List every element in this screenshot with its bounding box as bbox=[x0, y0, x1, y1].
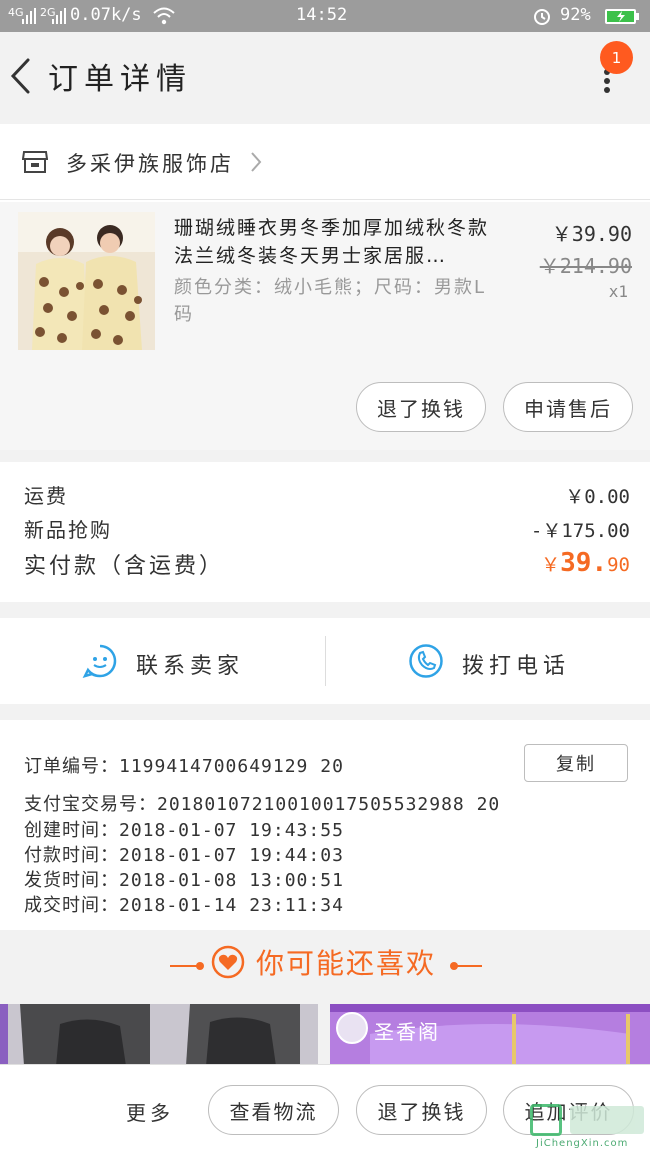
discount-label: 新品抢购 bbox=[24, 518, 112, 542]
recommend-header: 你可能还喜欢 bbox=[0, 930, 650, 1004]
battery-icon bbox=[604, 8, 640, 30]
store-name: 多采伊族服饰店 bbox=[66, 152, 234, 176]
paid-currency: ￥ bbox=[541, 554, 561, 576]
product-image[interactable] bbox=[18, 212, 155, 350]
battery-percent: 92% bbox=[560, 5, 591, 25]
order-number-label: 订单编号： bbox=[24, 756, 119, 777]
store-icon bbox=[21, 150, 49, 178]
refund-button[interactable]: 退了换钱 bbox=[356, 1085, 487, 1135]
paid-time: 2018-01-07 19:44:03 bbox=[119, 845, 344, 866]
watermark-logo-icon bbox=[530, 1104, 562, 1136]
watermark-text: JiChengXin.com bbox=[536, 1138, 629, 1149]
chevron-right-icon bbox=[250, 151, 262, 177]
paid-label: 实付款（含运费） bbox=[24, 554, 225, 579]
completed-line: 成交时间：2018-01-14 23:11:34 bbox=[24, 891, 344, 917]
completed-label: 成交时间： bbox=[24, 895, 119, 916]
notification-badge: 1 bbox=[600, 41, 633, 74]
contact-seller-button[interactable]: 联系卖家 bbox=[0, 618, 325, 704]
shipped-label: 发货时间： bbox=[24, 870, 119, 891]
paid-time-label: 付款时间： bbox=[24, 845, 119, 866]
dot-icon bbox=[196, 962, 204, 970]
alipay-number: 20180107210010017505532988 20 bbox=[157, 794, 501, 815]
discount-value: -￥175.00 bbox=[530, 520, 630, 542]
order-info: 订单编号：1199414700649129 20 复制 支付宝交易号：20180… bbox=[0, 720, 650, 930]
product-quantity: x1 bbox=[608, 282, 628, 301]
product-price: ￥39.90 bbox=[551, 222, 632, 246]
order-item-card: 多采伊族服饰店 珊瑚绒睡衣男冬季加厚加绒秋冬款法兰绒冬装冬天男士家居服… 颜色分… bbox=[0, 124, 650, 450]
store-row[interactable]: 多采伊族服饰店 bbox=[0, 124, 650, 200]
shipped-time: 2018-01-08 13:00:51 bbox=[119, 870, 344, 891]
recommend-item-image[interactable] bbox=[0, 1004, 318, 1066]
paid-decimal: 90 bbox=[607, 554, 630, 576]
after-sale-button[interactable]: 申请售后 bbox=[503, 382, 633, 432]
contact-seller-label: 联系卖家 bbox=[136, 654, 245, 679]
paid-amount: ￥39.90 bbox=[541, 548, 630, 578]
shipping-label: 运费 bbox=[24, 484, 68, 508]
cost-summary: 运费 ￥0.00 新品抢购 -￥175.00 实付款（含运费） ￥39.90 bbox=[0, 462, 650, 602]
completed-time: 2018-01-14 23:11:34 bbox=[119, 895, 344, 916]
created-label: 创建时间： bbox=[24, 820, 119, 841]
alipay-line: 支付宝交易号：20180107210010017505532988 20 bbox=[24, 790, 500, 816]
created-line: 创建时间：2018-01-07 19:43:55 bbox=[24, 816, 344, 842]
copy-button[interactable]: 复制 bbox=[524, 744, 628, 782]
watermark-logo-icon bbox=[570, 1106, 644, 1134]
product-row[interactable]: 珊瑚绒睡衣男冬季加厚加绒秋冬款法兰绒冬装冬天男士家居服… 颜色分类：绒小毛熊；尺… bbox=[0, 202, 650, 450]
phone-icon bbox=[408, 643, 444, 683]
order-number: 1199414700649129 20 bbox=[119, 756, 344, 777]
shipped-line: 发货时间：2018-01-08 13:00:51 bbox=[24, 866, 344, 892]
top-nav-bar: 订单详情 1 bbox=[0, 32, 650, 120]
network-speed: 0.07k/s bbox=[70, 5, 142, 25]
paid-time-line: 付款时间：2018-01-07 19:44:03 bbox=[24, 841, 344, 867]
product-spec: 颜色分类：绒小毛熊；尺码：男款L码 bbox=[174, 277, 487, 325]
clock: 14:52 bbox=[296, 5, 348, 25]
alarm-icon bbox=[532, 6, 552, 31]
call-label: 拨打电话 bbox=[462, 654, 571, 679]
product-original-price: ￥214.90 bbox=[539, 254, 632, 278]
more-link[interactable]: 更多 bbox=[126, 1097, 174, 1126]
order-number-line: 订单编号：1199414700649129 20 bbox=[24, 752, 344, 778]
contact-bar: 联系卖家 拨打电话 bbox=[0, 618, 650, 704]
heart-icon bbox=[210, 944, 246, 984]
refund-button[interactable]: 退了换钱 bbox=[356, 382, 486, 432]
signal-bars-icon bbox=[52, 8, 66, 24]
recommend-title: 你可能还喜欢 bbox=[256, 947, 437, 980]
page-title: 订单详情 bbox=[48, 62, 192, 97]
status-bar: 4G 2G 0.07k/s 14:52 92% bbox=[0, 0, 650, 32]
alipay-label: 支付宝交易号： bbox=[24, 794, 157, 815]
shop-logo-icon bbox=[336, 1012, 368, 1044]
created-time: 2018-01-07 19:43:55 bbox=[119, 820, 344, 841]
chat-icon bbox=[82, 643, 118, 683]
wifi-icon bbox=[152, 6, 176, 31]
call-button[interactable]: 拨打电话 bbox=[326, 618, 650, 704]
view-logistics-button[interactable]: 查看物流 bbox=[208, 1085, 339, 1135]
back-arrow-icon[interactable] bbox=[8, 56, 32, 100]
watermark: JiChengXin.com bbox=[530, 1104, 648, 1152]
signal-bars-icon bbox=[22, 8, 36, 24]
product-title[interactable]: 珊瑚绒睡衣男冬季加厚加绒秋冬款法兰绒冬装冬天男士家居服… bbox=[174, 214, 504, 270]
recommend-item-image[interactable]: 圣香阁 bbox=[330, 1004, 650, 1066]
shipping-value: ￥0.00 bbox=[565, 486, 630, 508]
shop-badge: 圣香阁 bbox=[374, 1020, 440, 1044]
divider bbox=[454, 965, 482, 967]
paid-main: 39. bbox=[560, 548, 608, 578]
